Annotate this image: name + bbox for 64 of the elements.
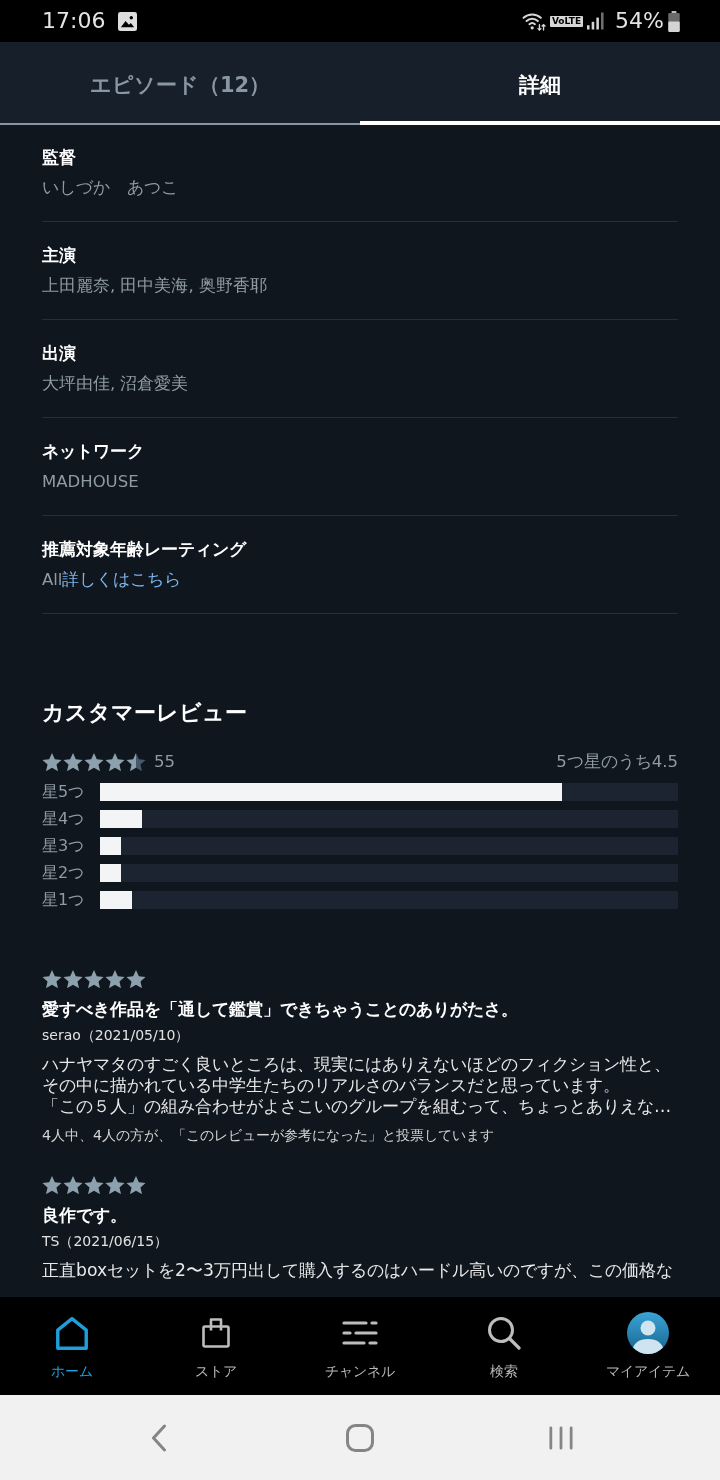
review-author: TS（2021/06/15） bbox=[42, 1232, 169, 1251]
review-author: serao（2021/05/10） bbox=[42, 1026, 190, 1045]
star-icon bbox=[84, 969, 104, 989]
star-icon bbox=[126, 969, 146, 989]
section-heading: カスタマーレビュー bbox=[42, 699, 247, 727]
battery-percent: 54% bbox=[615, 8, 664, 34]
star-icon bbox=[84, 752, 104, 772]
detail-label: ネットワーク bbox=[42, 441, 144, 463]
star-icon bbox=[126, 752, 146, 772]
detail-label: 主演 bbox=[42, 245, 76, 267]
avatar-icon bbox=[627, 1312, 669, 1354]
house-icon bbox=[56, 1316, 88, 1350]
detail-value: 上田麗奈, 田中美海, 奥野香耶 bbox=[42, 275, 267, 297]
star-icon bbox=[42, 969, 62, 989]
star-icon bbox=[63, 752, 83, 772]
back-icon[interactable] bbox=[151, 1423, 167, 1452]
rating-average: 5つ星のうち4.5 bbox=[556, 751, 678, 773]
star-icon bbox=[63, 1175, 83, 1195]
histogram-label: 星2つ bbox=[42, 862, 86, 883]
lines-icon bbox=[342, 1320, 378, 1346]
rating-info-link[interactable]: 詳しくはこちら bbox=[62, 569, 182, 591]
detail-label: 推薦対象年齢レーティング bbox=[42, 539, 246, 561]
status-time: 17:06 bbox=[42, 8, 106, 34]
detail-label: 出演 bbox=[42, 343, 76, 365]
tab[interactable]: エピソード（12） bbox=[0, 42, 360, 125]
histogram-label: 星4つ bbox=[42, 808, 86, 829]
histogram-label: 星3つ bbox=[42, 835, 86, 856]
histogram-label: 星5つ bbox=[42, 781, 86, 802]
review-text: ハナヤマタのすごく良いところは、現実にはありえないほどのフィクション性と、その中に描かれている中学生たちのリアルさのバランスだと思っています。 bbox=[42, 1054, 672, 1096]
signal-icon bbox=[587, 12, 605, 30]
detail-value: All bbox=[42, 569, 63, 591]
detail-value: MADHOUSE bbox=[42, 471, 139, 493]
star-icon bbox=[42, 752, 62, 772]
star-icon bbox=[105, 752, 125, 772]
rating-count: 55 bbox=[154, 751, 175, 773]
detail-value: いしづか あつこ bbox=[42, 177, 178, 199]
shopping-bag-icon bbox=[202, 1318, 230, 1348]
review-text: 正直boxセットを2〜3万円出して購入するのはハードル高いのですが、この価格な bbox=[42, 1260, 673, 1281]
detail-value: 大坪由佳, 沼倉愛美 bbox=[42, 373, 189, 395]
star-icon bbox=[84, 1175, 104, 1195]
star-icon bbox=[105, 1175, 125, 1195]
review-text: 「この５人」の組み合わせがよさこいのグループを組むって、ちょっとありえな… bbox=[42, 1096, 672, 1117]
review-helpful-note: 4人中、4人の方が、「このレビューが参考になった」と投票しています bbox=[42, 1126, 495, 1145]
nav-item[interactable]: ストア bbox=[144, 1297, 288, 1395]
nav-item[interactable]: チャンネル bbox=[288, 1297, 432, 1395]
gallery-icon bbox=[118, 11, 138, 31]
review-title: 愛すべき作品を「通して鑑賞」できちゃうことのありがたさ。 bbox=[42, 998, 518, 1021]
star-icon bbox=[126, 1175, 146, 1195]
histogram-label: 星1つ bbox=[42, 889, 86, 910]
recent-apps-icon[interactable] bbox=[549, 1424, 573, 1451]
home-icon[interactable] bbox=[346, 1423, 374, 1452]
battery-icon bbox=[668, 10, 680, 32]
review-title: 良作です。 bbox=[42, 1204, 127, 1227]
nav-item[interactable]: 検索 bbox=[432, 1297, 576, 1395]
star-icon bbox=[63, 969, 83, 989]
nav-item[interactable]: マイアイテム bbox=[576, 1297, 720, 1395]
volte-indicator: VoLTE bbox=[549, 15, 584, 27]
tab[interactable]: 詳細 bbox=[360, 42, 720, 125]
star-icon bbox=[105, 969, 125, 989]
nav-item[interactable]: ホーム bbox=[0, 1297, 144, 1395]
wifi-icon bbox=[521, 11, 546, 31]
search-icon bbox=[487, 1316, 521, 1350]
detail-label: 監督 bbox=[42, 147, 76, 169]
star-icon bbox=[42, 1175, 62, 1195]
